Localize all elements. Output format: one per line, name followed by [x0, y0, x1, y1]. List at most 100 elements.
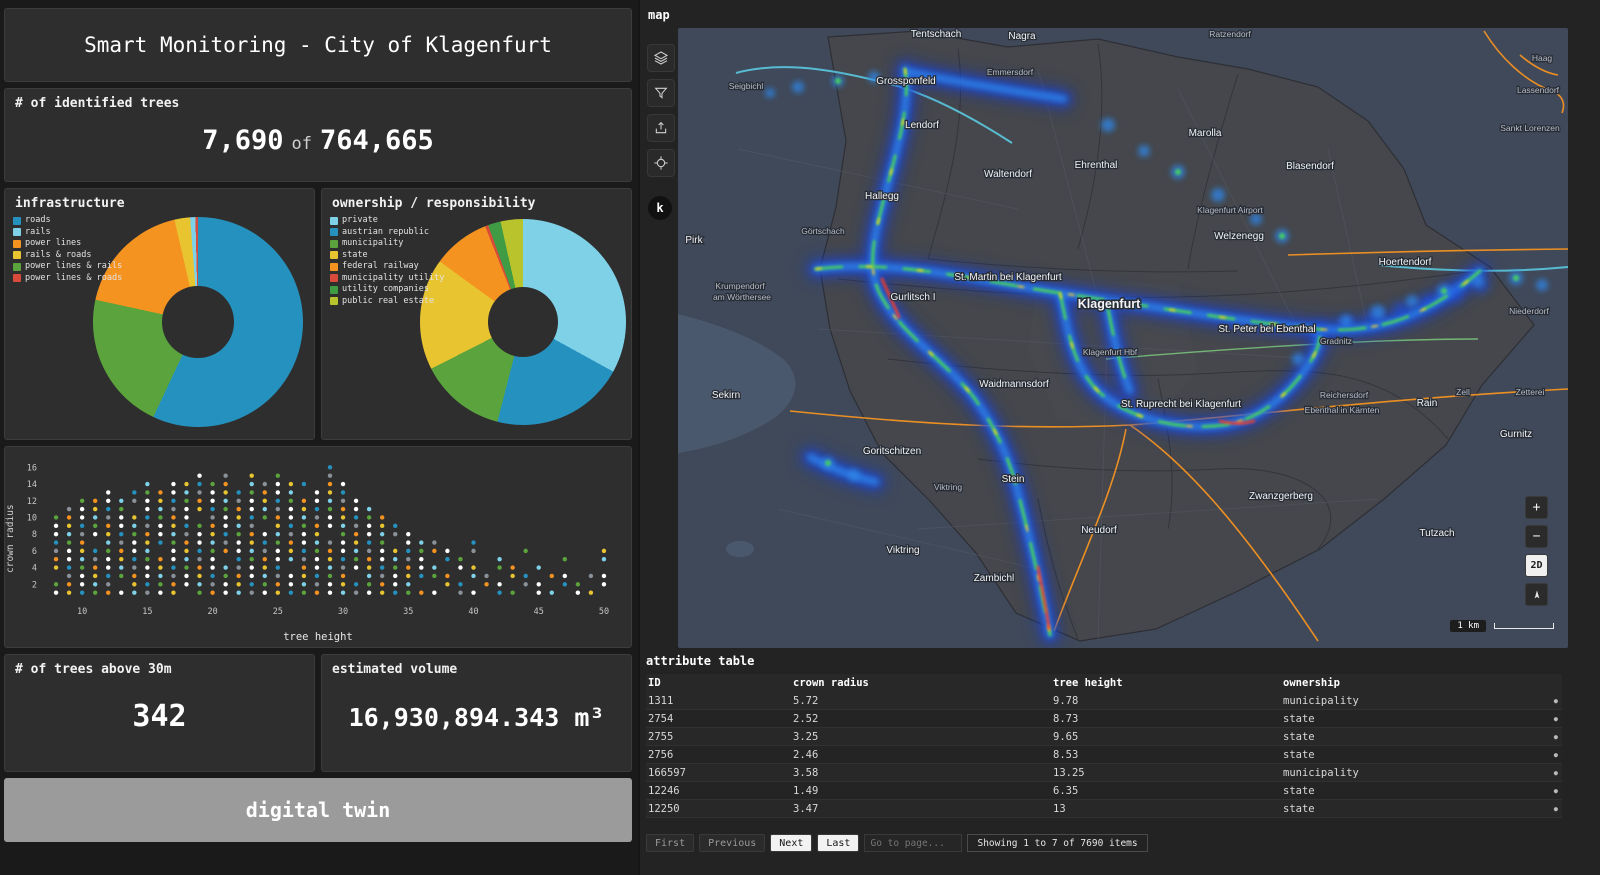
table-cell: 8.53 — [1053, 748, 1079, 761]
pager-last-button[interactable]: Last — [817, 834, 860, 852]
table-row[interactable]: 2755 3.25 9.65 state ● — [646, 728, 1562, 746]
table-row[interactable]: 1311 5.72 9.78 municipality ● — [646, 692, 1562, 710]
legend-swatch — [13, 274, 21, 283]
map-canvas[interactable]: Tentschach Nagra Ratzendorf Haag Emmersdorf G… — [678, 28, 1568, 648]
column-header[interactable]: tree height — [1051, 677, 1281, 689]
estimated-volume-card: estimated volume 16,930,894.343 m³ — [321, 654, 632, 772]
map-place-label: Viktring — [886, 545, 919, 556]
legend-swatch — [330, 262, 338, 271]
zoom-in-button[interactable]: + — [1525, 496, 1548, 519]
legend-item[interactable]: rails & roads — [13, 250, 122, 262]
legend-item[interactable]: state — [330, 250, 444, 262]
pond — [726, 541, 754, 557]
map-viewport[interactable]: Tentschach Nagra Ratzendorf Haag Emmersdorf G… — [678, 28, 1568, 648]
svg-text:45: 45 — [534, 607, 544, 617]
mode-2d-button[interactable]: 2D — [1525, 554, 1548, 577]
legend-swatch — [330, 285, 338, 294]
legend-item[interactable]: roads — [13, 215, 122, 227]
legend-item[interactable]: municipality — [330, 238, 444, 250]
row-menu-dot[interactable]: ● — [1536, 715, 1562, 723]
legend-item[interactable]: power lines & rails — [13, 261, 122, 273]
table-row[interactable]: 2756 2.46 8.53 state ● — [646, 746, 1562, 764]
legend-label: power lines — [25, 238, 82, 248]
map-place-label: Gradnitz — [1320, 336, 1352, 346]
table-row[interactable]: 166597 3.58 13.25 municipality ● — [646, 764, 1562, 782]
export-button[interactable] — [647, 114, 675, 142]
legend-swatch — [13, 262, 21, 271]
legend-item[interactable]: private — [330, 215, 444, 227]
map-place-label: Reichersdorf — [1320, 390, 1369, 400]
pager-next-button[interactable]: Next — [770, 834, 813, 852]
map-place-label: Viktring — [934, 482, 962, 492]
legend-item[interactable]: power lines — [13, 238, 122, 250]
zoom-out-button[interactable]: − — [1525, 525, 1548, 548]
table-row[interactable]: 12246 1.49 6.35 state ● — [646, 782, 1562, 800]
legend-item[interactable]: austrian republic — [330, 227, 444, 239]
filter-button[interactable] — [647, 79, 675, 107]
legend-label: utility companies — [342, 284, 429, 294]
map-place-label: Nagra — [1008, 31, 1036, 42]
digital-twin-button[interactable]: digital twin — [4, 778, 632, 842]
row-menu-dot[interactable]: ● — [1536, 733, 1562, 741]
legend-label: federal railway — [342, 261, 419, 271]
infrastructure-donut-chart[interactable] — [93, 217, 303, 427]
ownership-donut-chart[interactable] — [420, 219, 626, 425]
locate-button[interactable] — [647, 149, 675, 177]
row-menu-dot[interactable]: ● — [1536, 751, 1562, 759]
map-place-label: St. Peter bei Ebenthal — [1218, 324, 1315, 335]
row-menu-dot[interactable]: ● — [1536, 769, 1562, 777]
legend-swatch — [330, 274, 338, 283]
column-header[interactable]: ID — [646, 677, 791, 689]
row-menu-dot[interactable]: ● — [1536, 805, 1562, 813]
legend-item[interactable]: utility companies — [330, 284, 444, 296]
map-place-label: Neudorf — [1081, 525, 1117, 536]
map-panel: map k Tentschach Nagra Ratzendorf Haag E… — [640, 0, 1600, 875]
of-separator: of — [291, 134, 312, 154]
map-place-label: Lendorf — [905, 120, 939, 131]
table-cell: 2756 — [648, 748, 674, 761]
kepler-logo[interactable]: k — [648, 196, 672, 220]
scatter-plot[interactable]: 10 15 20 25 30 35 40 45 50 2 4 6 8 10 12 14 16 — [17, 451, 629, 623]
map-place-label: Emmersdorf — [987, 67, 1034, 77]
table-cell: 9.65 — [1053, 730, 1079, 743]
legend-label: rails & roads — [25, 249, 92, 260]
infrastructure-legend: roads rails power lines rails & roads power … — [13, 215, 122, 284]
legend-item[interactable]: rails — [13, 227, 122, 239]
map-place-label: Hoertendorf — [1379, 257, 1432, 268]
table-cell: 5.72 — [793, 694, 819, 707]
scatter-chart-card: crown radius 10 15 20 25 30 35 40 45 50 2 4 6 8 10 12 1… — [4, 446, 632, 648]
pagination-status: Showing 1 to 7 of 7690 items — [967, 834, 1148, 852]
svg-text:30: 30 — [338, 607, 348, 617]
column-header[interactable]: crown radius — [791, 677, 1051, 689]
table-cell: 1311 — [648, 694, 674, 707]
row-menu-dot[interactable]: ● — [1536, 787, 1562, 795]
table-cell: state — [1283, 712, 1315, 725]
attribute-table-title: attribute table — [646, 654, 755, 668]
row-menu-dot[interactable]: ● — [1536, 697, 1562, 705]
pager-previous-button[interactable]: Previous — [699, 834, 766, 852]
compass-button[interactable] — [1525, 583, 1548, 606]
map-widget-title: map — [648, 8, 670, 22]
pager-first-button[interactable]: First — [646, 834, 695, 852]
legend-item[interactable]: municipality utility — [330, 273, 444, 285]
map-place-label: Grossponfeld — [876, 76, 935, 87]
svg-text:20: 20 — [207, 607, 217, 617]
column-header[interactable]: ownership — [1281, 677, 1536, 689]
layers-button[interactable] — [647, 44, 675, 72]
svg-text:40: 40 — [468, 607, 478, 617]
legend-item[interactable]: power lines & roads — [13, 273, 122, 285]
legend-item[interactable]: public real estate — [330, 296, 444, 308]
table-row[interactable]: 2754 2.52 8.73 state ● — [646, 710, 1562, 728]
map-place-label: am Wörthersee — [713, 292, 771, 302]
page-title: Smart Monitoring - City of Klagenfurt — [84, 33, 552, 57]
table-row[interactable]: 12250 3.47 13 state ● — [646, 800, 1562, 818]
table-cell: 166597 — [648, 766, 686, 779]
x-axis-label: tree height — [283, 631, 353, 643]
svg-text:14: 14 — [27, 480, 37, 490]
identified-trees-card: # of identified trees 7,690 of 764,665 — [4, 88, 632, 182]
goto-page-input[interactable] — [864, 834, 963, 852]
legend-swatch — [13, 239, 21, 248]
legend-item[interactable]: federal railway — [330, 261, 444, 273]
map-place-label: Klagenfurt Airport — [1197, 205, 1263, 215]
legend-swatch — [13, 228, 21, 237]
